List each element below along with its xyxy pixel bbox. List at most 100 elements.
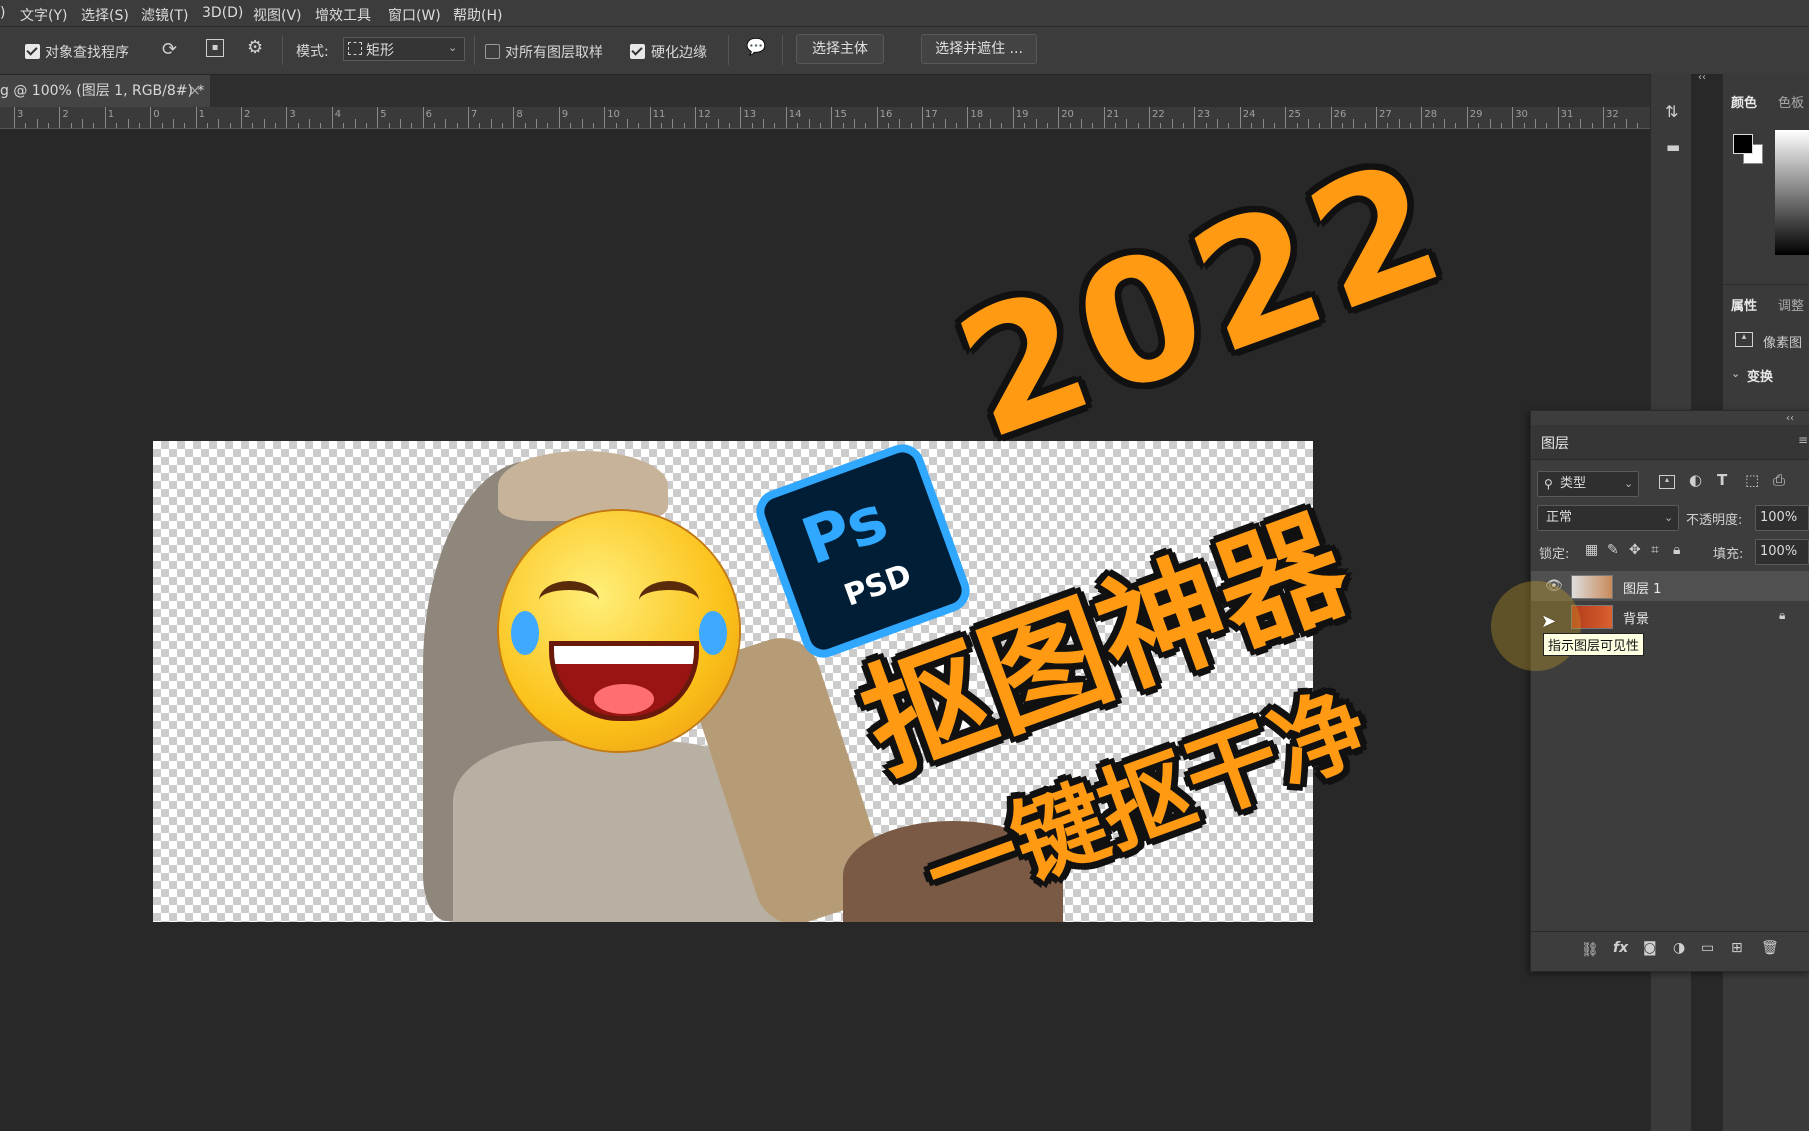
ruler-minor-tick xyxy=(1126,119,1128,128)
emoji-mouth xyxy=(549,641,699,721)
layer-name[interactable]: 图层 1 xyxy=(1623,578,1661,597)
tab-color[interactable]: 颜色 xyxy=(1731,92,1757,111)
menu-item-help[interactable]: 帮助(H) xyxy=(453,5,502,25)
chevron-down-icon[interactable]: ⌄ xyxy=(1731,368,1740,379)
menu-item-edge[interactable]: ) xyxy=(0,5,5,21)
options-bar: 对象查找程序 ⟳ ▪ ⚙ 模式: 矩形 ⌄ 对所有图层取样 硬化边缘 💬 选择主… xyxy=(0,27,1809,75)
menu-item-view[interactable]: 视图(V) xyxy=(253,5,302,25)
ruler-minor-tick xyxy=(116,123,118,128)
fill-value: 100% xyxy=(1760,544,1798,559)
ruler-minor-tick xyxy=(1444,119,1446,128)
blend-mode-value: 正常 xyxy=(1546,510,1573,525)
opacity-input[interactable]: 100% xyxy=(1755,505,1809,531)
menu-item-3d[interactable]: 3D(D) xyxy=(202,5,243,21)
menu-item-select[interactable]: 选择(S) xyxy=(81,5,129,25)
person-hat xyxy=(498,451,668,521)
foreground-color-swatch[interactable] xyxy=(1733,134,1753,154)
ruler-label: 32 xyxy=(1606,109,1619,120)
ruler-minor-tick xyxy=(1046,123,1048,128)
ruler-tick xyxy=(740,107,742,128)
lock-position-icon[interactable]: ✥ xyxy=(1629,543,1641,557)
new-layer-icon[interactable]: ⊞ xyxy=(1731,941,1743,955)
tab-adjustments[interactable]: 调整 xyxy=(1778,295,1804,314)
blend-mode-select[interactable]: 正常 ⌄ xyxy=(1537,505,1679,531)
ruler-minor-tick xyxy=(842,123,844,128)
adjustment-layer-icon[interactable]: ◑ xyxy=(1673,941,1685,955)
layer-name[interactable]: 背景 xyxy=(1623,608,1649,627)
panel-menu-icon[interactable]: ≡ xyxy=(1798,433,1808,447)
history-icon[interactable]: ⇅ xyxy=(1665,104,1678,120)
mode-value: 矩形 xyxy=(366,43,394,59)
group-folder-icon[interactable]: ▭ xyxy=(1701,941,1714,955)
lock-all-icon[interactable]: 🔒︎ xyxy=(1673,543,1680,557)
delete-layer-icon[interactable]: 🗑︎ xyxy=(1761,941,1779,955)
chevron-down-icon: ⌄ xyxy=(1624,477,1634,490)
ruler-minor-tick xyxy=(36,119,38,128)
color-field[interactable] xyxy=(1775,130,1809,255)
ruler-tick xyxy=(604,107,606,128)
tab-swatches[interactable]: 色板 xyxy=(1778,92,1804,111)
ruler-minor-tick xyxy=(1432,123,1434,128)
adjustment-filter-icon[interactable]: ◐ xyxy=(1689,473,1702,488)
ruler-minor-tick xyxy=(1637,123,1639,128)
close-icon[interactable]: × xyxy=(189,75,201,107)
ruler-minor-tick xyxy=(570,123,572,128)
select-subject-button[interactable]: 选择主体 xyxy=(796,34,884,64)
document-tab[interactable]: g @ 100% (图层 1, RGB/8#) * × xyxy=(0,75,210,107)
ruler-tick xyxy=(967,107,969,128)
collapse-layers-icon[interactable]: ‹‹ xyxy=(1786,413,1794,424)
ruler-minor-tick xyxy=(944,119,946,128)
ruler-label: 20 xyxy=(1061,109,1074,120)
type-filter-icon[interactable]: T xyxy=(1717,473,1727,488)
ruler-minor-tick xyxy=(672,119,674,128)
ruler-minor-tick xyxy=(1183,123,1185,128)
ruler-minor-tick xyxy=(82,119,84,128)
ruler-minor-tick xyxy=(320,123,322,128)
fill-input[interactable]: 100% xyxy=(1755,539,1809,565)
link-layers-icon[interactable]: ⛓ xyxy=(1581,943,1599,957)
comment-icon[interactable]: ▬ xyxy=(1666,140,1680,155)
ruler-tick xyxy=(14,107,15,128)
layers-panel-title[interactable]: 图层 xyxy=(1541,433,1569,453)
shape-filter-icon[interactable]: ⬚ xyxy=(1745,473,1759,488)
ruler-label: 25 xyxy=(1288,109,1301,120)
ruler-minor-tick xyxy=(1137,123,1139,128)
mode-select[interactable]: 矩形 ⌄ xyxy=(343,37,465,61)
smart-object-filter-icon[interactable]: ⎙ xyxy=(1773,473,1785,488)
ruler-label: 5 xyxy=(380,109,387,120)
lock-transparent-icon[interactable]: ▦ xyxy=(1585,543,1598,557)
layer-mask-icon[interactable]: ◙ xyxy=(1643,941,1657,955)
all-layers-checkbox[interactable] xyxy=(485,44,500,59)
ruler-minor-tick xyxy=(70,123,72,128)
layer-row[interactable]: 👁︎ 图层 1 xyxy=(1531,571,1809,601)
lock-pixels-icon[interactable]: ✎ xyxy=(1607,543,1619,557)
select-and-mask-button[interactable]: 选择并遮住 ... xyxy=(921,34,1037,64)
ruler-minor-tick xyxy=(456,123,458,128)
ruler-minor-tick xyxy=(626,119,628,128)
ruler-label: 1 xyxy=(107,109,115,120)
visibility-tooltip: 指示图层可见性 xyxy=(1543,633,1645,656)
menu-item-plugins[interactable]: 增效工具 xyxy=(315,5,371,25)
layer-filter-select[interactable]: ⚲ 类型 ⌄ xyxy=(1537,471,1639,497)
menu-item-window[interactable]: 窗口(W) xyxy=(388,5,441,25)
show-objects-icon[interactable]: ▪ xyxy=(206,39,224,57)
menu-item-filter[interactable]: 滤镜(T) xyxy=(141,5,188,25)
ruler-minor-tick xyxy=(263,119,265,128)
settings-gear-icon[interactable]: ⚙ xyxy=(247,39,263,57)
object-finder-label: 对象查找程序 xyxy=(45,45,129,61)
refresh-icon[interactable]: ⟳ xyxy=(162,41,177,59)
pixel-filter-icon[interactable]: ▴ xyxy=(1659,475,1675,489)
ruler-label: 7 xyxy=(471,109,478,120)
fx-icon[interactable]: fx xyxy=(1613,941,1628,955)
collapse-left-icon[interactable]: ‹‹ xyxy=(1698,72,1706,83)
hard-edge-checkbox[interactable] xyxy=(630,44,645,59)
ruler-minor-tick xyxy=(536,119,538,128)
tab-properties[interactable]: 属性 xyxy=(1731,295,1757,314)
feedback-icon[interactable]: 💬 xyxy=(746,39,766,55)
ruler-minor-tick xyxy=(933,123,935,128)
ruler-minor-tick xyxy=(990,119,992,128)
lock-artboard-icon[interactable]: ⌗ xyxy=(1651,543,1659,557)
menu-item-type[interactable]: 文字(Y) xyxy=(20,5,67,25)
ruler-minor-tick xyxy=(490,119,492,128)
object-finder-checkbox[interactable] xyxy=(25,44,40,59)
